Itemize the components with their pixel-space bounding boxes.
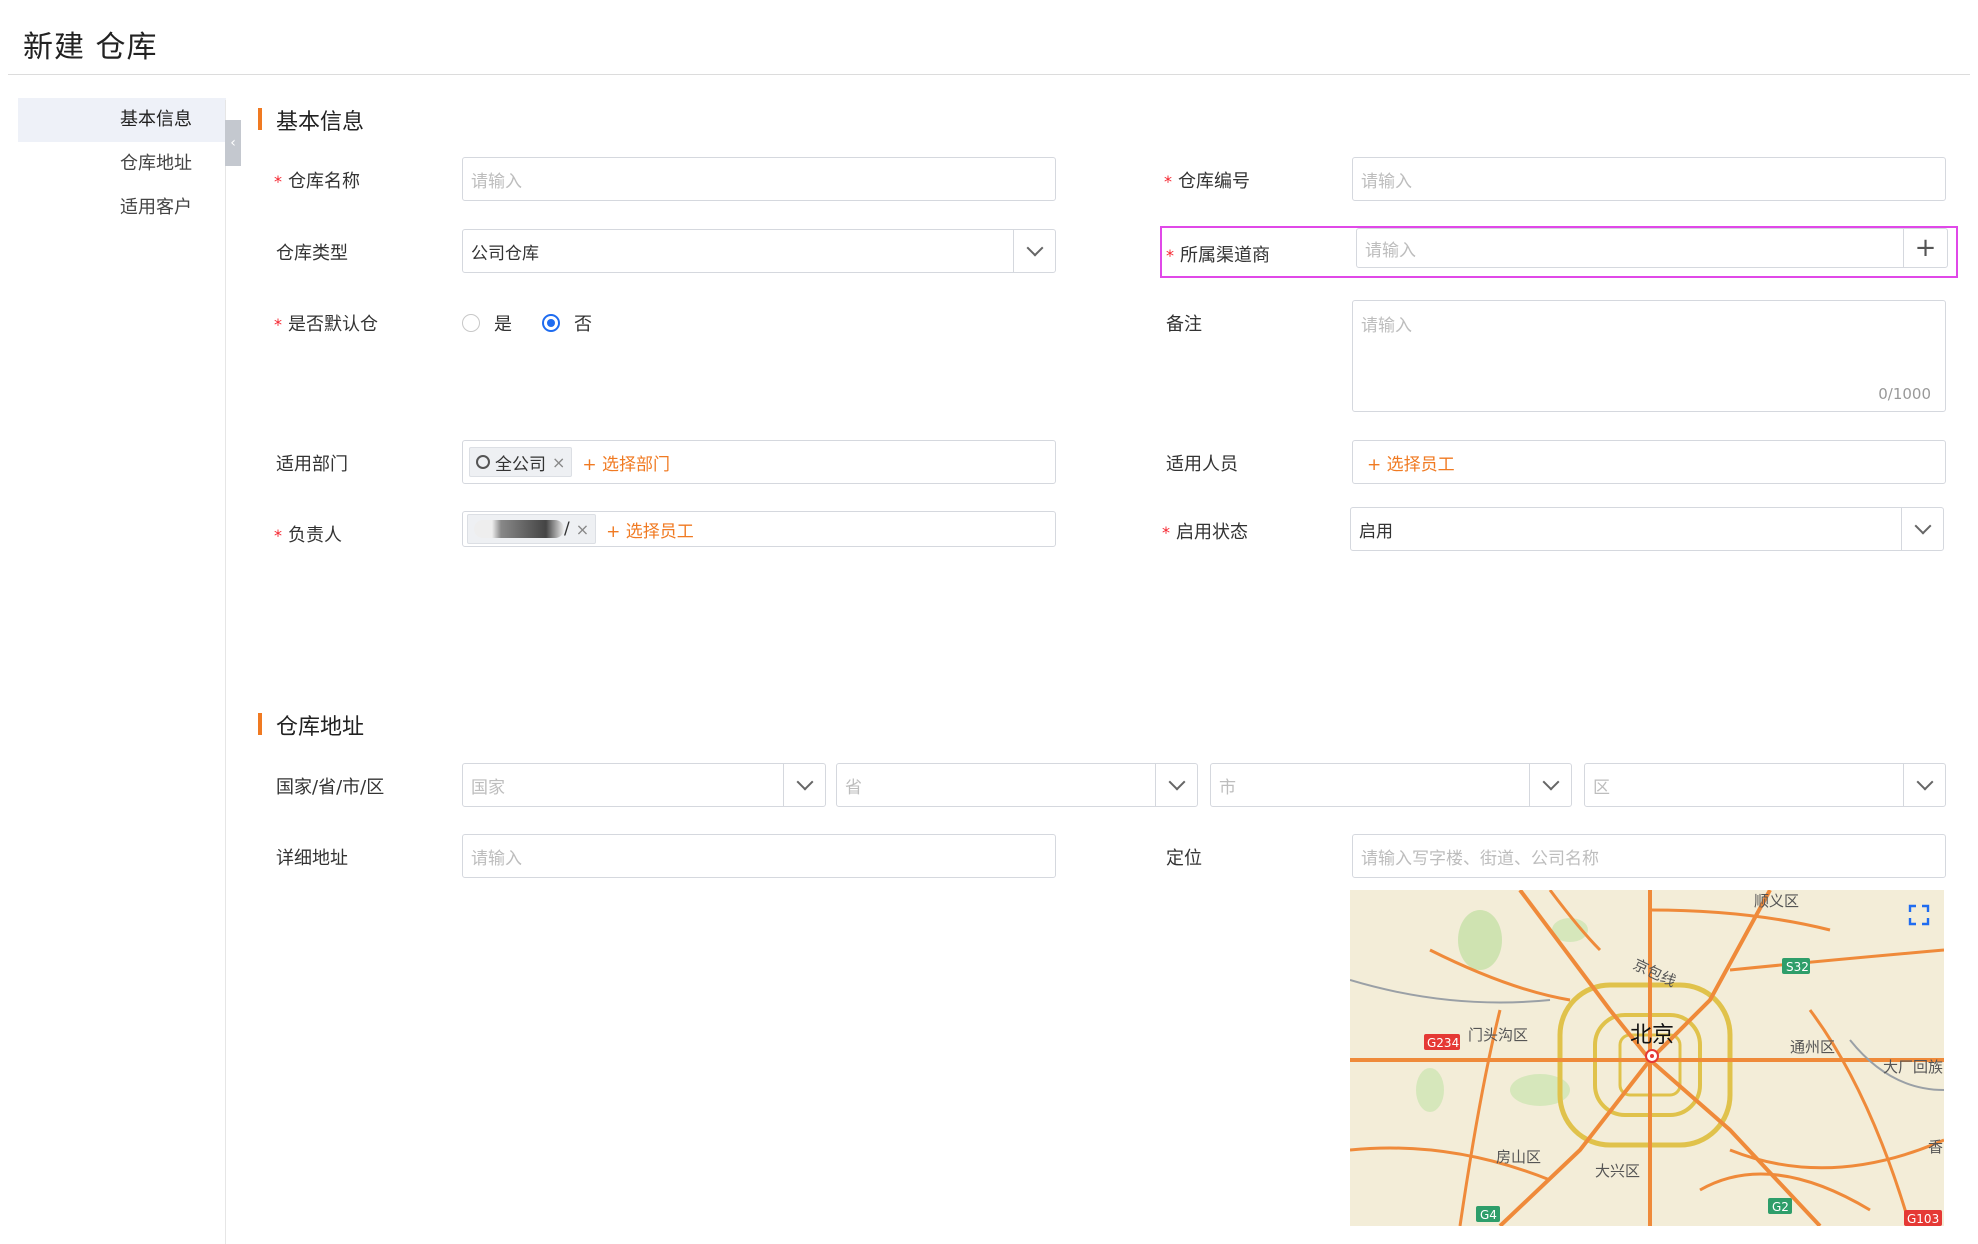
map-label-shunyi: 顺义区 xyxy=(1754,892,1799,910)
city-select[interactable]: 市 xyxy=(1210,763,1572,807)
map-label-daxing: 大兴区 xyxy=(1595,1162,1640,1180)
add-channel-button[interactable]: + xyxy=(1903,229,1947,267)
radio-no[interactable] xyxy=(542,314,560,332)
map-label-xianghe: 香 xyxy=(1928,1138,1943,1156)
map-label-fangshan: 房山区 xyxy=(1496,1148,1541,1166)
page-title: 新建 仓库 xyxy=(23,30,158,65)
select-employee-link[interactable]: + 选择员工 xyxy=(1367,450,1455,475)
nav-item-applicable-customers[interactable]: 适用客户 xyxy=(18,186,226,230)
side-nav: 基本信息 仓库地址 适用客户 xyxy=(18,98,226,230)
warehouse-name-input[interactable]: 请输入 xyxy=(462,157,1056,201)
title-divider xyxy=(8,74,1970,75)
owner-tag: / × xyxy=(467,514,597,544)
select-department-link[interactable]: + 选择部门 xyxy=(582,450,670,475)
warehouse-code-input[interactable]: 请输入 xyxy=(1352,157,1946,201)
section-heading-address: 仓库地址 xyxy=(258,709,364,741)
department-tag: 全公司 × xyxy=(469,447,573,477)
country-select[interactable]: 国家 xyxy=(462,763,826,807)
personnel-label: 适用人员 xyxy=(1166,454,1238,475)
required-mark: * xyxy=(274,315,282,334)
personnel-selector[interactable]: + 选择员工 xyxy=(1352,440,1946,484)
required-mark: * xyxy=(1166,246,1174,265)
select-owner-link[interactable]: + 选择员工 xyxy=(606,517,694,542)
warehouse-type-label: 仓库类型 xyxy=(276,243,348,264)
owner-label: * 负责人 xyxy=(274,525,342,546)
radio-yes-label: 是 xyxy=(494,314,512,335)
chevron-down-icon xyxy=(1013,230,1055,272)
status-label: * 启用状态 xyxy=(1162,522,1248,543)
collapse-sidebar-button[interactable]: ‹ xyxy=(225,120,241,166)
province-select[interactable]: 省 xyxy=(836,763,1198,807)
radio-no-label: 否 xyxy=(574,314,592,335)
required-mark: * xyxy=(1162,523,1170,542)
map-label-dachang: 大厂回族 xyxy=(1883,1058,1943,1076)
close-icon[interactable]: × xyxy=(552,453,565,472)
map-label-mentougou: 门头沟区 xyxy=(1468,1026,1528,1044)
chevron-down-icon xyxy=(1155,764,1197,806)
map-badge-s32: S32 xyxy=(1786,960,1809,974)
chevron-down-icon xyxy=(1903,764,1945,806)
section-heading-basic: 基本信息 xyxy=(258,104,364,136)
required-mark: * xyxy=(274,172,282,191)
nav-item-warehouse-address[interactable]: 仓库地址 xyxy=(18,142,226,186)
region-label: 国家/省/市/区 xyxy=(276,777,385,798)
fullscreen-icon[interactable] xyxy=(1908,904,1930,926)
nav-item-basic-info[interactable]: 基本信息 xyxy=(18,98,226,142)
location-label: 定位 xyxy=(1166,848,1202,869)
warehouse-name-label: * 仓库名称 xyxy=(274,171,360,192)
map-badge-g234: G234 xyxy=(1427,1036,1459,1050)
department-label: 适用部门 xyxy=(276,454,348,475)
circle-icon xyxy=(476,455,490,469)
radio-yes[interactable] xyxy=(462,314,480,332)
chevron-down-icon xyxy=(1901,508,1943,550)
remark-textarea[interactable]: 请输入 0/1000 xyxy=(1352,300,1946,412)
nav-divider xyxy=(225,100,226,1244)
is-default-label: * 是否默认仓 xyxy=(274,314,378,335)
detail-address-input[interactable]: 请输入 xyxy=(462,834,1056,878)
location-search-input[interactable]: 请输入写字楼、街道、公司名称 xyxy=(1352,834,1946,878)
department-selector[interactable]: 全公司 × + 选择部门 xyxy=(462,440,1056,484)
location-map[interactable]: 北京 顺义区 门头沟区 通州区 房山区 大兴区 大厂回族 香 京包线 G234 … xyxy=(1350,890,1944,1226)
required-mark: * xyxy=(274,526,282,545)
map-badge-g4: G4 xyxy=(1480,1208,1497,1222)
owner-selector[interactable]: / × + 选择员工 xyxy=(462,511,1056,547)
detail-address-label: 详细地址 xyxy=(276,848,348,869)
redacted-name xyxy=(474,520,564,538)
status-select[interactable]: 启用 xyxy=(1350,507,1944,551)
remark-label: 备注 xyxy=(1166,314,1202,335)
channel-input[interactable]: 请输入 + xyxy=(1356,228,1948,268)
district-select[interactable]: 区 xyxy=(1584,763,1946,807)
required-mark: * xyxy=(1164,172,1172,191)
warehouse-type-select[interactable]: 公司仓库 xyxy=(462,229,1056,273)
map-label-city: 北京 xyxy=(1630,1023,1674,1048)
close-icon[interactable]: × xyxy=(576,520,589,539)
map-label-tongzhou: 通州区 xyxy=(1790,1038,1835,1056)
map-badge-g103: G103 xyxy=(1907,1212,1939,1226)
warehouse-code-label: * 仓库编号 xyxy=(1164,171,1250,192)
chevron-down-icon xyxy=(783,764,825,806)
chevron-left-icon: ‹ xyxy=(230,135,236,151)
is-default-radio-group: 是 否 xyxy=(462,310,592,336)
chevron-down-icon xyxy=(1529,764,1571,806)
map-badge-g2: G2 xyxy=(1772,1200,1789,1214)
remark-counter: 0/1000 xyxy=(1878,385,1931,403)
channel-label: * 所属渠道商 xyxy=(1166,245,1270,266)
map-canvas: 北京 顺义区 门头沟区 通州区 房山区 大兴区 大厂回族 香 京包线 G234 … xyxy=(1350,890,1944,1226)
plus-icon: + xyxy=(1914,233,1937,263)
